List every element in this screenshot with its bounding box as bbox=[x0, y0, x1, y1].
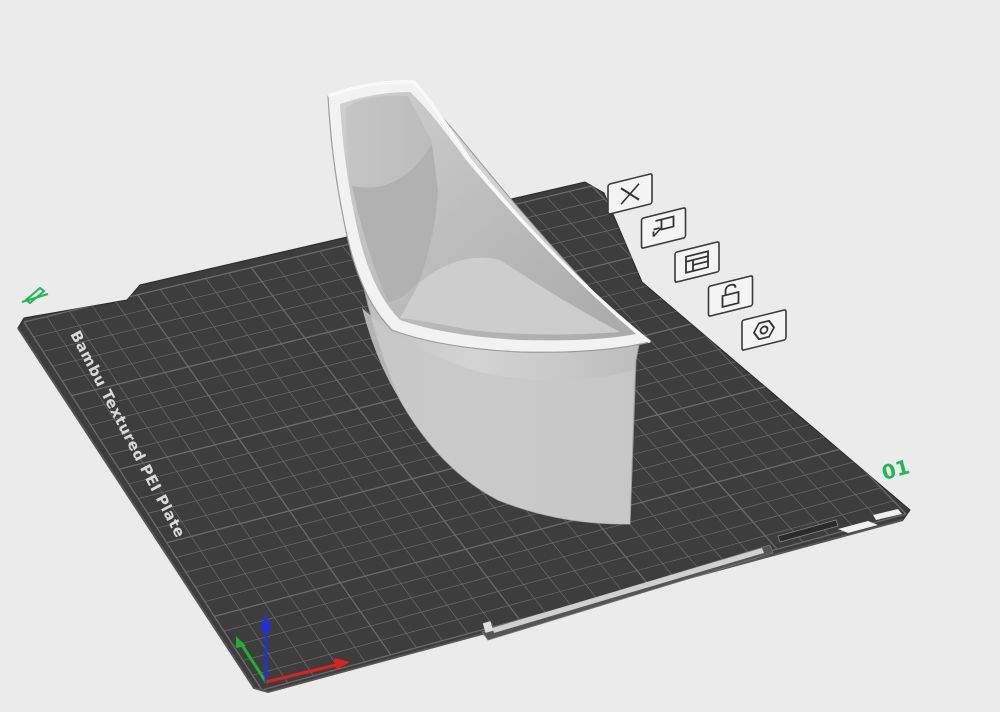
plate-number: 01 bbox=[879, 454, 912, 484]
pencil-icon[interactable] bbox=[21, 286, 49, 305]
lock-plate-button[interactable] bbox=[707, 275, 754, 317]
plate-options-button[interactable] bbox=[741, 309, 787, 351]
plate-settings-button[interactable] bbox=[674, 241, 720, 283]
3d-viewport[interactable]: Bambu Textured PEI Plate 01 bbox=[0, 0, 1000, 712]
delete-plate-button[interactable] bbox=[607, 173, 653, 215]
auto-arrange-button[interactable] bbox=[640, 207, 687, 249]
scene-canvas[interactable]: Bambu Textured PEI Plate 01 bbox=[0, 0, 1000, 712]
